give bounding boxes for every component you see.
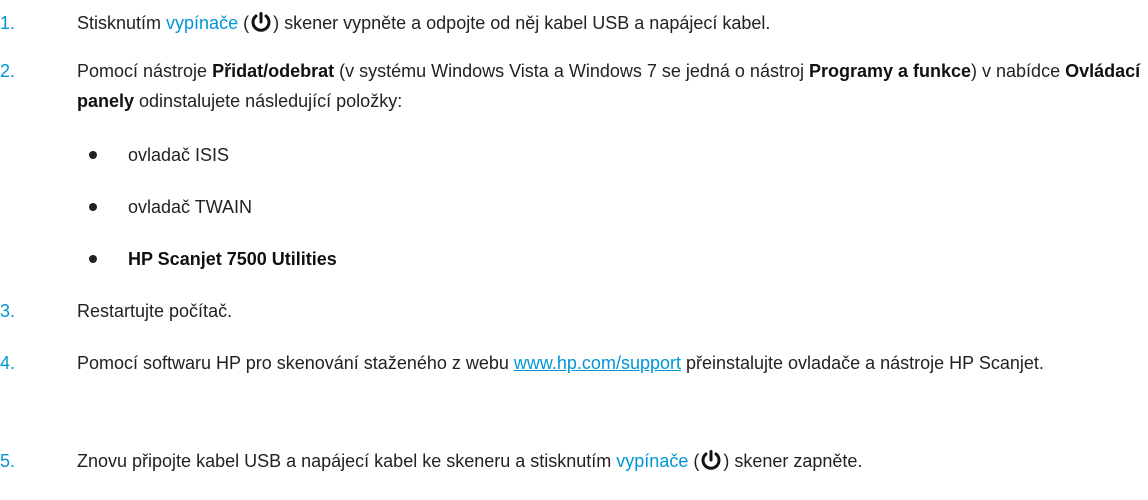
step-text-part: Pomocí softwaru HP pro skenování stažené…	[77, 353, 514, 373]
step-text-part: Stisknutím	[77, 13, 167, 33]
power-button-link[interactable]: vypínače	[616, 451, 688, 471]
step-text-part: odinstalujete následující položky:	[134, 91, 403, 111]
bullet-icon	[89, 203, 97, 211]
step-number: 4.	[0, 353, 16, 373]
step-text: Znovu připojte kabel USB a napájecí kabe…	[77, 448, 1148, 474]
programs-features-label: Programy a funkce	[808, 61, 972, 81]
step-number: 5.	[0, 451, 16, 471]
support-url-link[interactable]: www.hp.com/support	[514, 353, 681, 373]
step-text-part: (	[688, 451, 700, 471]
step-number: 1.	[0, 13, 16, 33]
step-text: Pomocí nástroje Přidat/odebrat (v systém…	[77, 56, 1148, 116]
add-remove-tool-label: Přidat/odebrat	[212, 61, 335, 81]
step-text-part: ) skener vypněte a odpojte od něj kabel …	[273, 13, 771, 33]
step-text-part: Pomocí nástroje	[77, 61, 213, 81]
step-number: 3.	[0, 301, 16, 321]
power-button-icon	[251, 12, 271, 32]
step-number: 2.	[0, 61, 16, 81]
power-button-link[interactable]: vypínače	[166, 13, 238, 33]
list-item-text: ovladač ISIS	[128, 145, 230, 165]
step-text: Restartujte počítač.	[77, 301, 233, 321]
power-button-icon	[701, 450, 721, 470]
list-item-text: HP Scanjet 7500 Utilities	[128, 249, 337, 269]
manual-page: { "steps": [ { "number": "1.", "before_l…	[0, 0, 1148, 500]
step-text-part: ) v nabídce	[971, 61, 1066, 81]
step-text-part: Znovu připojte kabel USB a napájecí kabe…	[77, 451, 617, 471]
step-text-part: (v systému Windows Vista a Windows 7 se …	[334, 61, 809, 81]
step-text-part: (	[238, 13, 250, 33]
step-text-part: ) skener zapněte.	[723, 451, 863, 471]
bullet-icon	[89, 255, 97, 263]
step-text: Pomocí softwaru HP pro skenování stažené…	[77, 348, 1077, 378]
step-text: Stisknutím vypínače ( ) skener vypněte a…	[77, 10, 1148, 36]
list-item-text: ovladač TWAIN	[128, 197, 253, 217]
bullet-icon	[89, 151, 97, 159]
step-text-part: přeinstalujte ovladače a nástroje HP Sca…	[680, 353, 1044, 373]
